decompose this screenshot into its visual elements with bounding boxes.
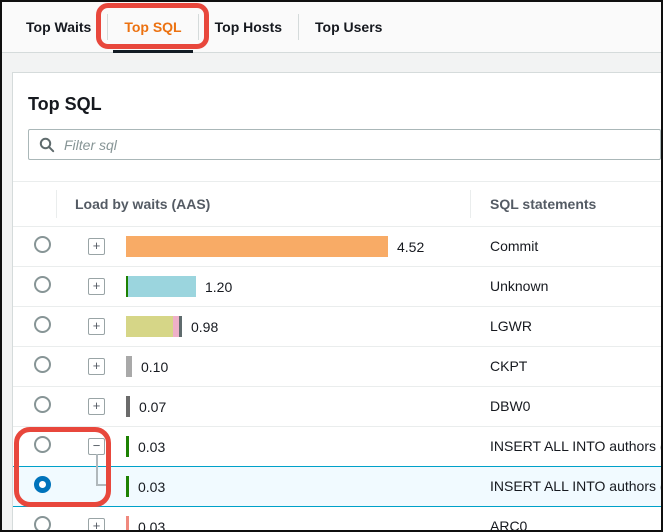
collapse-button[interactable]: −	[88, 438, 105, 455]
load-cell: 0.03	[56, 476, 470, 497]
table-body: + 4.52 Commit + 1.20 Unknown	[13, 226, 661, 532]
table-row-selected-child: 0.03 INSERT ALL INTO authors (id,	[13, 466, 661, 506]
radio-button[interactable]	[34, 236, 51, 253]
load-value: 0.07	[139, 399, 166, 415]
radio-button[interactable]	[34, 396, 51, 413]
screenshot-frame: Top Waits Top SQL Top Hosts Top Users To…	[0, 0, 663, 532]
expand-button[interactable]: +	[88, 398, 105, 415]
load-bar	[126, 396, 130, 417]
tree-connector-elbow	[96, 484, 110, 486]
load-value: 0.98	[191, 319, 218, 335]
filter-sql-input[interactable]	[64, 137, 650, 153]
tab-top-hosts[interactable]: Top Hosts	[199, 2, 298, 53]
table-row: + 1.20 Unknown	[13, 266, 661, 306]
expand-button[interactable]: +	[88, 278, 105, 295]
radio-button[interactable]	[34, 316, 51, 333]
load-value: 1.20	[205, 279, 232, 295]
load-bar	[126, 236, 388, 257]
load-bar	[126, 356, 132, 377]
load-bar	[126, 476, 129, 497]
radio-button[interactable]	[34, 516, 51, 532]
top-sql-table: Load by waits (AAS) SQL statements + 4.5…	[13, 181, 661, 532]
load-cell: + 0.10	[56, 356, 470, 377]
tab-top-sql[interactable]: Top SQL	[108, 2, 197, 53]
tab-bar: Top Waits Top SQL Top Hosts Top Users	[2, 2, 661, 53]
sql-statement-link[interactable]: Unknown	[490, 278, 548, 296]
load-value: 0.10	[141, 359, 168, 375]
tree-connector-vertical	[96, 454, 98, 486]
load-cell: + 4.52	[56, 236, 470, 257]
header-load-by-waits: Load by waits (AAS)	[56, 196, 470, 212]
load-value: 0.03	[138, 479, 165, 495]
load-cell: + 0.07	[56, 396, 470, 417]
top-sql-panel: Top SQL Load by waits (AAS) SQL statemen…	[12, 72, 661, 532]
load-value: 4.52	[397, 239, 424, 255]
load-bar	[126, 436, 129, 457]
sql-statement-link[interactable]: DBW0	[490, 398, 530, 416]
expand-button[interactable]: +	[88, 238, 105, 255]
table-row: + 4.52 Commit	[13, 226, 661, 266]
sql-statement-link[interactable]: INSERT ALL INTO authors (id,	[490, 478, 661, 496]
load-bar	[126, 516, 129, 532]
load-value: 0.03	[138, 439, 165, 455]
search-icon	[39, 137, 55, 153]
tab-top-users[interactable]: Top Users	[299, 2, 398, 53]
header-sql-statements: SQL statements	[470, 196, 661, 212]
load-cell: + 1.20	[56, 276, 470, 297]
expand-button[interactable]: +	[88, 318, 105, 335]
sql-statement-link[interactable]: INSERT ALL INTO authors (id,	[490, 438, 661, 456]
sql-statement-link[interactable]: CKPT	[490, 358, 527, 376]
radio-button[interactable]	[34, 276, 51, 293]
table-header-row: Load by waits (AAS) SQL statements	[13, 182, 661, 226]
load-cell: − 0.03	[56, 436, 470, 457]
expand-button[interactable]: +	[88, 358, 105, 375]
load-cell: + 0.98	[56, 316, 470, 337]
load-bar	[126, 316, 182, 337]
sql-statement-link[interactable]: ARC0	[490, 518, 527, 532]
load-value: 0.03	[138, 519, 165, 532]
filter-box	[28, 129, 661, 160]
page-title: Top SQL	[28, 93, 661, 115]
table-row: + 0.10 CKPT	[13, 346, 661, 386]
load-bar	[126, 276, 196, 297]
table-row: + 0.98 LGWR	[13, 306, 661, 346]
sql-statement-link[interactable]: LGWR	[490, 318, 532, 336]
radio-button[interactable]	[34, 356, 51, 373]
table-row: + 0.07 DBW0	[13, 386, 661, 426]
expand-button[interactable]: +	[88, 518, 105, 532]
table-row: + 0.03 ARC0	[13, 506, 661, 532]
load-cell: + 0.03	[56, 516, 470, 532]
sql-statement-link[interactable]: Commit	[490, 238, 538, 256]
radio-button[interactable]	[34, 436, 51, 453]
radio-button-selected[interactable]	[34, 476, 51, 493]
table-row-expanded-parent: − 0.03 INSERT ALL INTO authors (id,	[13, 426, 661, 466]
tab-top-waits[interactable]: Top Waits	[10, 2, 107, 53]
